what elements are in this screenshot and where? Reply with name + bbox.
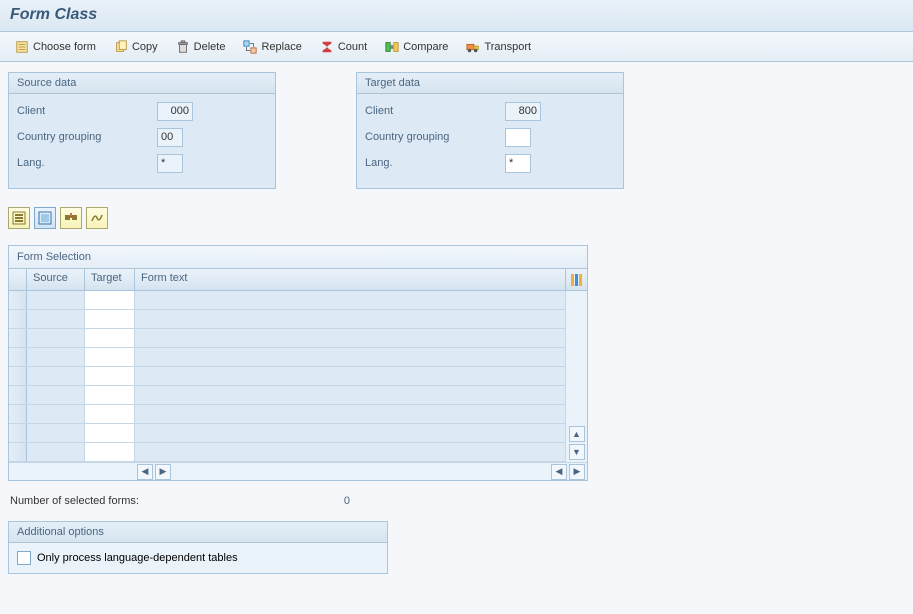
col-header-source[interactable]: Source bbox=[27, 269, 85, 290]
compare-icon bbox=[385, 40, 399, 54]
replace-icon bbox=[243, 40, 257, 54]
icon-button-4[interactable] bbox=[86, 207, 108, 229]
table-row[interactable] bbox=[9, 291, 565, 310]
target-country-label: Country grouping bbox=[365, 131, 505, 143]
lang-dependent-checkbox[interactable] bbox=[17, 551, 31, 565]
grid-header: Source Target Form text bbox=[9, 269, 587, 291]
table-row[interactable] bbox=[9, 367, 565, 386]
icon-button-3[interactable] bbox=[60, 207, 82, 229]
source-client-label: Client bbox=[17, 105, 157, 117]
grid-body: ▲ ▼ bbox=[9, 291, 587, 462]
replace-button[interactable]: Replace bbox=[236, 36, 308, 58]
target-client-label: Client bbox=[365, 105, 505, 117]
source-country-label: Country grouping bbox=[17, 131, 157, 143]
delete-label: Delete bbox=[194, 41, 226, 53]
data-panels-row: Source data Client Country grouping Lang… bbox=[8, 72, 905, 189]
form-selection-panel: Form Selection Source Target Form text bbox=[8, 245, 588, 481]
source-lang-input[interactable] bbox=[157, 154, 183, 173]
table-row[interactable] bbox=[9, 386, 565, 405]
main-toolbar: Choose form Copy Delete Replace Count Co… bbox=[0, 32, 913, 62]
scroll-left-icon[interactable]: ◀ bbox=[137, 464, 153, 480]
selected-count-label: Number of selected forms: bbox=[10, 495, 290, 507]
table-row[interactable] bbox=[9, 329, 565, 348]
col-header-formtext[interactable]: Form text bbox=[135, 269, 565, 290]
title-bar: Form Class bbox=[0, 0, 913, 32]
table-row[interactable] bbox=[9, 424, 565, 443]
vertical-scrollbar[interactable]: ▲ ▼ bbox=[565, 291, 587, 462]
source-client-input[interactable] bbox=[157, 102, 193, 121]
table-row[interactable] bbox=[9, 310, 565, 329]
page-title: Form Class bbox=[10, 6, 903, 24]
scroll-down-icon[interactable]: ▼ bbox=[569, 444, 585, 460]
trash-icon bbox=[176, 40, 190, 54]
table-row[interactable] bbox=[9, 348, 565, 367]
transport-button[interactable]: Transport bbox=[459, 36, 538, 58]
choose-form-button[interactable]: Choose form bbox=[8, 36, 103, 58]
form-icon bbox=[15, 40, 29, 54]
truck-icon bbox=[466, 40, 480, 54]
compare-label: Compare bbox=[403, 41, 448, 53]
source-lang-label: Lang. bbox=[17, 157, 157, 169]
target-panel-title: Target data bbox=[357, 73, 623, 94]
copy-icon bbox=[114, 40, 128, 54]
sum-icon bbox=[320, 40, 334, 54]
copy-label: Copy bbox=[132, 41, 158, 53]
copy-button[interactable]: Copy bbox=[107, 36, 165, 58]
count-label: Count bbox=[338, 41, 367, 53]
form-selection-title: Form Selection bbox=[9, 246, 587, 269]
source-data-panel: Source data Client Country grouping Lang… bbox=[8, 72, 276, 189]
icon-toolbar bbox=[8, 207, 905, 229]
target-country-input[interactable] bbox=[505, 128, 531, 147]
content-area: Source data Client Country grouping Lang… bbox=[0, 62, 913, 584]
additional-options-panel: Additional options Only process language… bbox=[8, 521, 388, 574]
scroll-up-icon[interactable]: ▲ bbox=[569, 426, 585, 442]
choose-form-label: Choose form bbox=[33, 41, 96, 53]
target-data-panel: Target data Client Country grouping Lang… bbox=[356, 72, 624, 189]
grid-corner bbox=[9, 269, 27, 290]
icon-button-1[interactable] bbox=[8, 207, 30, 229]
delete-button[interactable]: Delete bbox=[169, 36, 233, 58]
source-panel-title: Source data bbox=[9, 73, 275, 94]
scroll-left-icon[interactable]: ◀ bbox=[551, 464, 567, 480]
replace-label: Replace bbox=[261, 41, 301, 53]
icon-button-2[interactable] bbox=[34, 207, 56, 229]
target-lang-label: Lang. bbox=[365, 157, 505, 169]
transport-label: Transport bbox=[484, 41, 531, 53]
scroll-right-icon[interactable]: ▶ bbox=[569, 464, 585, 480]
count-button[interactable]: Count bbox=[313, 36, 374, 58]
col-header-target[interactable]: Target bbox=[85, 269, 135, 290]
scroll-right-icon[interactable]: ▶ bbox=[155, 464, 171, 480]
table-row[interactable] bbox=[9, 405, 565, 424]
options-title: Additional options bbox=[9, 522, 387, 543]
target-lang-input[interactable] bbox=[505, 154, 531, 173]
horizontal-scrollbar[interactable]: ◀ ▶ ◀ ▶ bbox=[9, 462, 587, 480]
grid-config-button[interactable] bbox=[565, 269, 587, 290]
table-row[interactable] bbox=[9, 443, 565, 462]
lang-dependent-label: Only process language-dependent tables bbox=[37, 552, 238, 564]
selected-count-value: 0 bbox=[290, 495, 350, 507]
source-country-input[interactable] bbox=[157, 128, 183, 147]
selected-count-row: Number of selected forms: 0 bbox=[8, 489, 905, 521]
compare-button[interactable]: Compare bbox=[378, 36, 455, 58]
target-client-input[interactable] bbox=[505, 102, 541, 121]
